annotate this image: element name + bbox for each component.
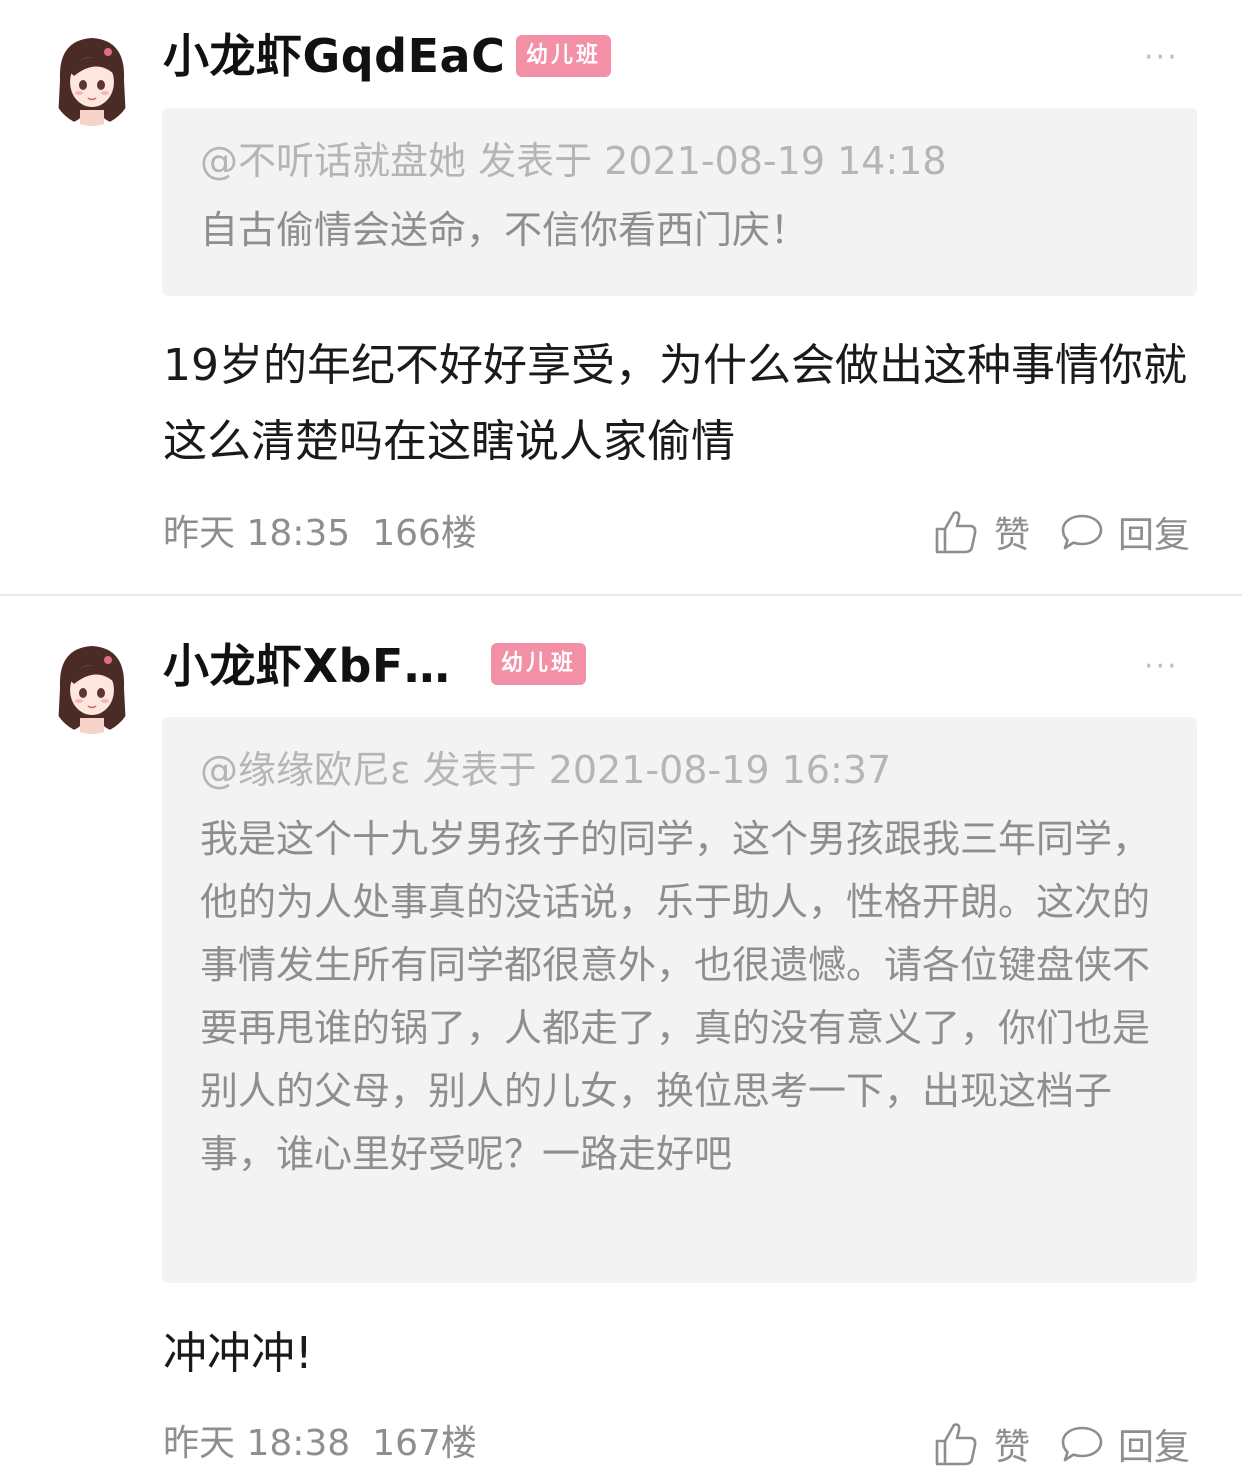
thumbs-up-icon <box>935 1423 977 1466</box>
like-label: 赞 <box>994 515 1031 556</box>
comment-time: 昨天 18:35 <box>163 513 351 554</box>
thumbs-up-icon <box>935 511 977 554</box>
cartoon-girl-avatar-icon <box>52 638 132 734</box>
comment-actions: 赞 回复 <box>934 508 1190 556</box>
avatar[interactable] <box>52 30 132 126</box>
comment-time: 昨天 18:38 <box>163 1423 351 1464</box>
floor-number: 166楼 <box>372 513 477 554</box>
comment-body: 19岁的年纪不好好享受，为什么会做出这种事情你就这么清楚吗在这瞎说人家偷情 <box>163 340 1187 467</box>
quote-header: @不听话就盘她 发表于 2021-08-19 14:18 <box>200 139 947 183</box>
quote-header: @缘缘欧尼ε 发表于 2021-08-19 16:37 <box>200 748 892 792</box>
comment-actions: 赞 回复 <box>934 1420 1190 1468</box>
more-dots-icon[interactable]: ··· <box>1144 652 1179 682</box>
reply-label: 回复 <box>1118 1427 1191 1468</box>
quoted-comment[interactable]: @缘缘欧尼ε 发表于 2021-08-19 16:37 我是这个十九岁男孩子的同… <box>162 717 1197 1283</box>
quoted-comment[interactable]: @不听话就盘她 发表于 2021-08-19 14:18 自古偷情会送命，不信你… <box>162 108 1197 296</box>
quote-text: 我是这个十九岁男孩子的同学，这个男孩跟我三年同学，他的为人处事真的没话说，乐于助… <box>200 817 1151 1176</box>
comment-meta: 昨天 18:38 167楼 <box>163 1422 477 1466</box>
username[interactable]: 小龙虾XbF… <box>163 638 450 694</box>
like-button[interactable]: 赞 <box>934 506 1030 558</box>
level-badge: 幼儿班 <box>491 643 587 685</box>
level-badge: 幼儿班 <box>516 35 612 77</box>
comment-meta: 昨天 18:35 166楼 <box>163 512 477 556</box>
comment-divider <box>0 594 1242 596</box>
like-label: 赞 <box>994 1427 1031 1468</box>
speech-bubble-icon <box>1061 514 1103 550</box>
avatar[interactable] <box>52 638 132 734</box>
reply-button[interactable]: 回复 <box>1060 1418 1190 1470</box>
cartoon-girl-avatar-icon <box>52 30 132 126</box>
reply-label: 回复 <box>1118 515 1191 556</box>
like-button[interactable]: 赞 <box>934 1418 1030 1470</box>
quote-text: 自古偷情会送命，不信你看西门庆！ <box>200 208 809 252</box>
username[interactable]: 小龙虾GqdEaC <box>163 28 505 84</box>
comment-body: 冲冲冲! <box>163 1328 313 1379</box>
more-dots-icon[interactable]: ··· <box>1144 43 1179 73</box>
floor-number: 167楼 <box>372 1423 477 1464</box>
speech-bubble-icon <box>1061 1426 1103 1462</box>
reply-button[interactable]: 回复 <box>1060 506 1190 558</box>
